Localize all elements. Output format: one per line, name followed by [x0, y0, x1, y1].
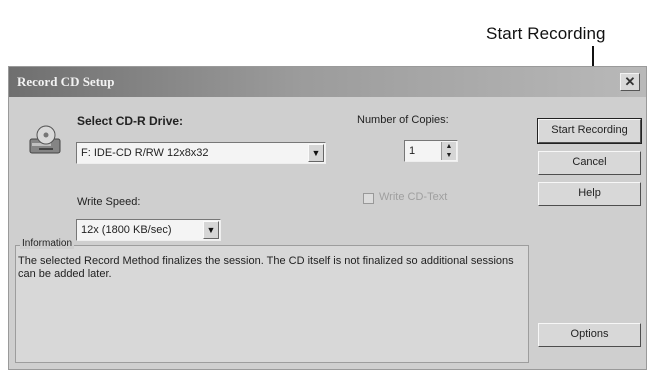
select-drive-label: Select CD-R Drive: [77, 114, 184, 128]
cancel-button[interactable]: Cancel [538, 151, 641, 175]
cd-drive-icon [29, 125, 63, 164]
callout-label: Start Recording [486, 24, 606, 43]
write-cd-text-label: Write CD-Text [379, 191, 448, 203]
drive-select[interactable]: F: IDE-CD R/RW 12x8x32 ▼ [76, 142, 326, 164]
spinner-arrows-icon[interactable]: ▲ ▼ [441, 142, 456, 160]
information-group: Information The selected Record Method f… [15, 238, 529, 363]
drive-value: F: IDE-CD R/RW 12x8x32 [81, 147, 209, 159]
options-button[interactable]: Options [538, 323, 641, 347]
copies-spinner[interactable]: 1 ▲ ▼ [404, 140, 458, 162]
chevron-down-icon[interactable]: ▼ [203, 221, 219, 239]
copies-value: 1 [409, 145, 416, 157]
start-recording-button[interactable]: Start Recording [537, 118, 642, 144]
write-cd-text-checkbox[interactable] [363, 193, 374, 204]
close-button[interactable]: ✕ [620, 73, 640, 91]
copies-label: Number of Copies: [357, 114, 449, 126]
record-cd-setup-dialog: Record CD Setup ✕ Select CD-R Drive: F: … [8, 66, 647, 370]
chevron-down-icon[interactable]: ▼ [308, 144, 324, 162]
information-text: The selected Record Method finalizes the… [18, 255, 514, 280]
title-bar[interactable]: Record CD Setup ✕ [9, 67, 646, 97]
information-title: Information [20, 238, 75, 249]
write-speed-label: Write Speed: [77, 196, 141, 208]
write-speed-select[interactable]: 12x (1800 KB/sec) ▼ [76, 219, 221, 241]
help-button[interactable]: Help [538, 182, 641, 206]
dialog-title: Record CD Setup [17, 74, 115, 89]
write-speed-value: 12x (1800 KB/sec) [81, 224, 172, 236]
